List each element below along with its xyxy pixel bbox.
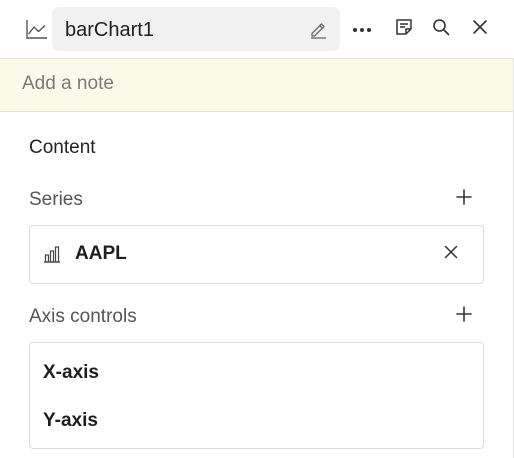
pencil-icon[interactable] [308,19,328,39]
add-axis-control-button[interactable] [453,305,475,327]
plus-icon [456,188,472,210]
series-item[interactable]: AAPL [29,225,484,284]
axis-controls-label: Axis controls [29,306,137,327]
note-bar[interactable]: Add a note [0,58,513,112]
close-icon [472,19,488,40]
series-name: AAPL [75,243,127,264]
content-section-title: Content [29,137,96,158]
bar-chart-icon [43,246,61,263]
axis-controls-list: X-axis Y-axis [29,342,484,449]
close-panel-button[interactable] [467,16,493,42]
plus-icon [456,305,472,327]
series-label: Series [29,189,83,210]
search-button[interactable] [428,16,454,42]
ellipsis-icon [352,20,372,38]
y-axis-item[interactable]: Y-axis [43,410,98,432]
line-chart-icon [26,19,48,39]
note-input[interactable]: Add a note [22,73,114,95]
note-icon [395,18,413,41]
more-options-button[interactable] [349,16,375,42]
chart-config-panel: barChart1 Add a note Content Series AAPL… [0,0,514,458]
add-series-button[interactable] [453,188,475,210]
remove-series-button[interactable] [440,243,462,265]
close-icon [444,245,458,264]
chart-name[interactable]: barChart1 [65,19,154,42]
notes-button[interactable] [391,16,417,42]
panel-header: barChart1 [0,0,514,58]
chart-name-field[interactable]: barChart1 [52,7,340,51]
search-icon [432,18,450,41]
x-axis-item[interactable]: X-axis [43,362,99,384]
